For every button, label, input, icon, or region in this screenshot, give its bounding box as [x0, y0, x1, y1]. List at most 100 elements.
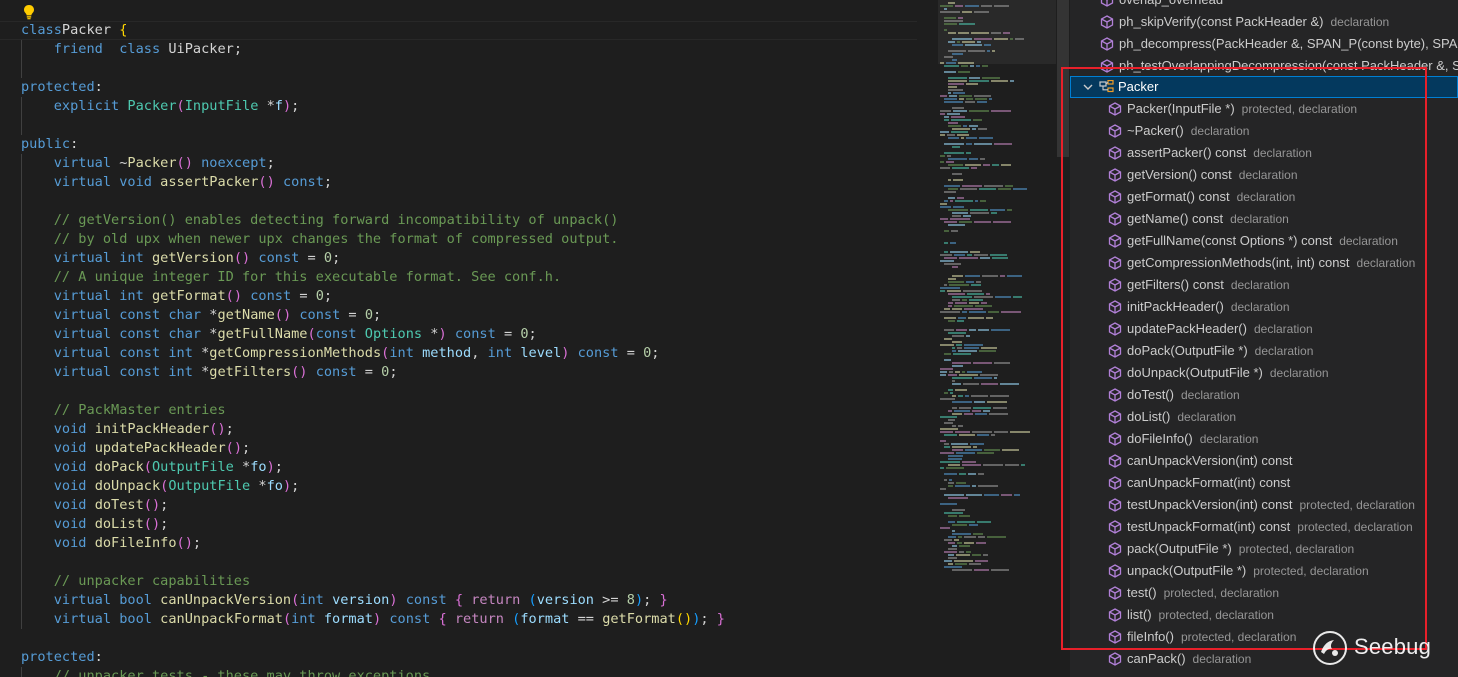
outline-item[interactable]: ~Packer() declaration	[1070, 120, 1458, 142]
method-cube-icon	[1108, 564, 1122, 578]
code-line[interactable]: void doUnpack(OutputFile *fo);	[21, 477, 725, 496]
outline-item[interactable]: doUnpack(OutputFile *) declaration	[1070, 362, 1458, 384]
outline-item[interactable]: list() protected, declaration	[1070, 604, 1458, 626]
code-line[interactable]: virtual void assertPacker() const;	[21, 173, 725, 192]
code-line[interactable]: // unpacker tests - these may throw exce…	[21, 667, 725, 677]
outline-item[interactable]: Packer(InputFile *) protected, declaratio…	[1070, 98, 1458, 120]
outline-item[interactable]: canUnpackFormat(int) const	[1070, 472, 1458, 494]
code-line[interactable]: void doPack(OutputFile *fo);	[21, 458, 725, 477]
minimap-line	[948, 374, 957, 376]
code-line[interactable]: virtual bool canUnpackVersion (int versio…	[21, 591, 725, 610]
outline-item[interactable]: getFormat() const declaration	[1070, 186, 1458, 208]
code-line[interactable]: // by old upx when newer upx changes the…	[21, 230, 725, 249]
minimap-line	[948, 122, 958, 124]
code-token: class	[119, 41, 161, 57]
outline-class-node[interactable]: Packer	[1070, 76, 1458, 98]
outline-item[interactable]: canUnpackVersion(int) const	[1070, 450, 1458, 472]
code-line[interactable]: void doList();	[21, 515, 725, 534]
minimap-line	[948, 557, 957, 559]
outline-item[interactable]: ph_testOverlappingDecompression(const Pa…	[1070, 55, 1458, 77]
outline-item[interactable]: doFileInfo() declaration	[1070, 428, 1458, 450]
outline-member-name: doList()	[1127, 409, 1171, 424]
code-line[interactable]	[21, 116, 725, 135]
lightbulb-icon[interactable]	[22, 4, 36, 20]
code-line[interactable]: virtual const char *getFullName(const Op…	[21, 325, 725, 344]
code-token: )	[372, 611, 382, 627]
outline-item[interactable]: getVersion() const declaration	[1070, 164, 1458, 186]
outline-item[interactable]: test() protected, declaration	[1070, 582, 1458, 604]
code-line[interactable]: virtual bool canUnpackFormat(int format)…	[21, 610, 725, 629]
code-line[interactable]: protected:	[21, 648, 725, 667]
minimap-line	[989, 413, 1008, 415]
minimap-line	[981, 347, 997, 349]
minimap-line	[944, 23, 957, 25]
indent-guide	[21, 249, 22, 268]
code-line[interactable]: classPacker {	[0, 21, 917, 40]
chevron-down-icon[interactable]	[1082, 81, 1094, 93]
minimap-line	[974, 569, 989, 571]
code-editor[interactable]: classPacker { friend class UiPacker; pro…	[0, 0, 938, 677]
method-cube-icon	[1108, 652, 1122, 666]
minimap-line	[964, 308, 983, 310]
outline-item[interactable]: doList() declaration	[1070, 406, 1458, 428]
method-cube-icon	[1100, 0, 1114, 7]
outline-item[interactable]: getCompressionMethods(int, int) const dec…	[1070, 252, 1458, 274]
code-line[interactable]: void doTest();	[21, 496, 725, 515]
minimap-line	[976, 542, 986, 544]
outline-item[interactable]: unpack(OutputFile *) protected, declarati…	[1070, 560, 1458, 582]
method-cube-icon	[1108, 190, 1122, 204]
outline-item[interactable]: doTest() declaration	[1070, 384, 1458, 406]
code-line[interactable]: protected:	[21, 78, 725, 97]
code-line[interactable]: virtual int getVersion() const = 0;	[21, 249, 725, 268]
code-line[interactable]: explicit Packer(InputFile *f);	[21, 97, 725, 116]
code-line[interactable]: virtual int getFormat() const = 0;	[21, 287, 725, 306]
minimap-line	[980, 374, 998, 376]
code-line[interactable]: void updatePackHeader();	[21, 439, 725, 458]
outline-item[interactable]: getFilters() const declaration	[1070, 274, 1458, 296]
code-line[interactable]: public:	[21, 135, 725, 154]
code-line[interactable]: // A unique integer ID for this executab…	[21, 268, 725, 287]
code-line[interactable]	[21, 59, 725, 78]
outline-item[interactable]: getName() const declaration	[1070, 208, 1458, 230]
code-line[interactable]: // PackMaster entries	[21, 401, 725, 420]
outline-item[interactable]: assertPacker() const declaration	[1070, 142, 1458, 164]
minimap-line	[958, 536, 962, 538]
outline-item[interactable]: overlap_overhead	[1070, 0, 1458, 11]
minimap[interactable]	[938, 0, 1056, 677]
outline-item[interactable]: updatePackHeader() declaration	[1070, 318, 1458, 340]
minimap-line	[975, 305, 992, 307]
code-line[interactable]	[21, 629, 725, 648]
code-line[interactable]: virtual const char *getName() const = 0;	[21, 306, 725, 325]
code-line[interactable]: // getVersion() enables detecting forwar…	[21, 211, 725, 230]
code-line[interactable]	[21, 192, 725, 211]
code-token: int	[389, 345, 414, 361]
outline-item[interactable]: testUnpackVersion(int) const protected, d…	[1070, 494, 1458, 516]
code-line[interactable]: void initPackHeader();	[21, 420, 725, 439]
outline-item[interactable]: testUnpackFormat(int) const protected, de…	[1070, 516, 1458, 538]
code-line[interactable]: friend class UiPacker;	[21, 40, 725, 59]
outline-item[interactable]: initPackHeader() declaration	[1070, 296, 1458, 318]
code-line[interactable]: // unpacker capabilities	[21, 572, 725, 591]
code-token: level	[520, 345, 562, 361]
code-line[interactable]: void doFileInfo();	[21, 534, 725, 553]
code-line[interactable]: virtual ~Packer() noexcept;	[21, 154, 725, 173]
outline-item[interactable]: getFullName(const Options *) const declar…	[1070, 230, 1458, 252]
minimap-line	[965, 395, 969, 397]
code-line[interactable]	[21, 382, 725, 401]
code-token: Options	[364, 326, 423, 342]
code-line[interactable]	[21, 553, 725, 572]
minimap-line	[970, 251, 980, 253]
outline-item[interactable]: ph_decompress(PackHeader &, SPAN_P(const…	[1070, 33, 1458, 55]
outline-item[interactable]: ph_skipVerify(const PackHeader &) declara…	[1070, 11, 1458, 33]
code-line[interactable]: virtual const int *getFilters() const = …	[21, 363, 725, 382]
outline-item[interactable]: pack(OutputFile *) protected, declaration	[1070, 538, 1458, 560]
minimap-line	[944, 143, 964, 145]
editor-scrollbar-thumb[interactable]	[1057, 0, 1069, 157]
outline-item[interactable]: doPack(OutputFile *) declaration	[1070, 340, 1458, 362]
minimap-line	[953, 353, 971, 355]
code-line[interactable]: virtual const int *getCompressionMethods…	[21, 344, 725, 363]
